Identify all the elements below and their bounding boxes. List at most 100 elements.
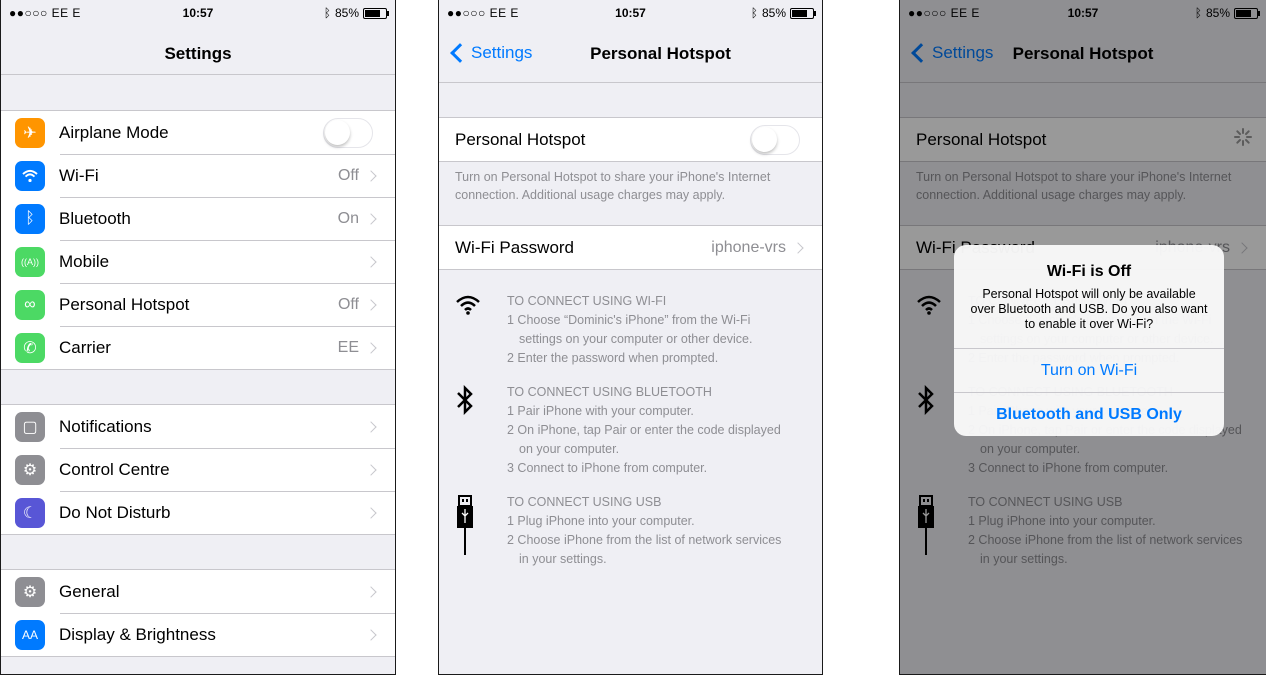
usb-step-1: 1 Plug iPhone into your computer. [507, 514, 695, 528]
settings-row-notifications[interactable]: ▢ Notifications [1, 405, 395, 448]
settings-row-value: On [337, 209, 359, 227]
settings-row-label: Notifications [59, 416, 152, 436]
chevron-right-icon [365, 506, 377, 519]
usb-instructions: TO CONNECT USING USB 1 Plug iPhone into … [439, 493, 822, 569]
chevron-right-icon [792, 241, 804, 254]
settings-row-value: EE [337, 338, 359, 356]
hotspot-icon: ∞ [15, 289, 45, 320]
bluetooth-usb-only-button[interactable]: Bluetooth and USB Only [954, 392, 1224, 436]
bluetooth-status-icon: ᛒ [323, 6, 331, 20]
control-centre-icon: ⚙ [15, 454, 45, 485]
chevron-right-icon [365, 420, 377, 433]
bluetooth-status-icon: ᛒ [750, 6, 758, 20]
page-title: Personal Hotspot [590, 44, 731, 63]
wifi-password-value: iphone-vrs [711, 238, 786, 256]
password-group: Wi-Fi Password iphone-vrs [439, 225, 822, 270]
gear-icon: ⚙ [15, 576, 45, 607]
bluetooth-instructions: TO CONNECT USING BLUETOOTH 1 Pair iPhone… [439, 383, 822, 478]
chevron-right-icon [365, 298, 377, 311]
wifi-step-2: 2 Enter the password when prompted. [507, 351, 719, 365]
wifi-step-1: 1 Choose “Dominic's iPhone” from the Wi-… [507, 313, 751, 327]
hotspot-toggle-group: Personal Hotspot [439, 117, 822, 162]
chevron-right-icon [365, 255, 377, 268]
display-icon: AA [15, 619, 45, 650]
wifi-instructions: TO CONNECT USING WI-FI 1 Choose “Dominic… [439, 292, 822, 368]
settings-group: ▢ Notifications ⚙ Control Centre ☾ Do Not Dis… [1, 404, 395, 535]
hotspot-screen: ●●○○○ EE E 10:57 ᛒ 85% Settings Personal… [438, 0, 823, 675]
settings-row-label: Mobile [59, 251, 110, 271]
settings-row-wifi[interactable]: Wi-Fi Off [1, 154, 395, 197]
wifi-icon [15, 160, 45, 191]
bt-step-2: 2 On iPhone, tap Pair or enter the code … [507, 423, 781, 437]
settings-row-label: Do Not Disturb [59, 502, 171, 522]
settings-row-label: Airplane Mode [59, 122, 169, 142]
usb-icon [455, 493, 507, 569]
usb-heading: TO CONNECT USING USB [507, 495, 662, 509]
wifi-password-label: Wi-Fi Password [455, 237, 575, 257]
notifications-icon: ▢ [15, 411, 45, 442]
battery-indicator: ᛒ 85% [750, 6, 816, 20]
battery-icon [363, 7, 389, 19]
settings-row-label: General [59, 581, 120, 601]
wifi-icon [455, 292, 507, 368]
settings-row-phone[interactable]: ✆ Carrier EE [1, 326, 395, 369]
settings-row-airplane[interactable]: ✈ Airplane Mode [1, 111, 395, 154]
status-bar: ●●○○○ EE E 10:57 ᛒ 85% [1, 0, 395, 30]
hotspot-toggle-label: Personal Hotspot [455, 129, 586, 149]
settings-row-value: Off [337, 166, 359, 184]
nav-bar: Settings Personal Hotspot [439, 30, 822, 83]
page-title: Settings [164, 44, 232, 63]
alert-title: Wi-Fi is Off [1046, 263, 1132, 280]
moon-icon: ☾ [15, 497, 45, 528]
battery-indicator: ᛒ 85% [323, 6, 389, 20]
phone-icon: ✆ [15, 332, 45, 363]
chevron-right-icon [365, 169, 377, 182]
settings-row-display[interactable]: AA Display & Brightness [1, 613, 395, 656]
hotspot-toggle-row: Personal Hotspot [439, 118, 822, 161]
settings-row-label: Personal Hotspot [59, 294, 190, 314]
chevron-right-icon [365, 212, 377, 225]
settings-screen: ●●○○○ EE E 10:57 ᛒ 85% Settings ✈ Airplan… [0, 0, 396, 675]
usb-step-2-cont: in your settings. [519, 552, 607, 566]
turn-on-wifi-button[interactable]: Turn on Wi-Fi [954, 348, 1224, 392]
settings-row-label: Display & Brightness [59, 624, 216, 644]
settings-row-control-centre[interactable]: ⚙ Control Centre [1, 448, 395, 491]
hotspot-description: Turn on Personal Hotspot to share your i… [455, 170, 771, 202]
battery-percent: 85% [334, 6, 359, 20]
bluetooth-icon [455, 383, 507, 478]
chevron-right-icon [365, 341, 377, 354]
settings-row-bluetooth[interactable]: ᛒ Bluetooth On [1, 197, 395, 240]
chevron-right-icon [365, 628, 377, 641]
bt-heading: TO CONNECT USING BLUETOOTH [507, 385, 712, 399]
settings-row-label: Control Centre [59, 459, 170, 479]
wifi-password-row[interactable]: Wi-Fi Password iphone-vrs [439, 226, 822, 269]
usb-step-2: 2 Choose iPhone from the list of network… [507, 533, 782, 547]
airplane-mode-toggle[interactable] [323, 117, 373, 148]
bt-step-1: 1 Pair iPhone with your computer. [507, 404, 694, 418]
settings-row-label: Carrier [59, 337, 111, 357]
airplane-icon: ✈ [15, 117, 45, 148]
hotspot-toggle[interactable] [750, 124, 800, 155]
settings-row-label: Wi-Fi [59, 165, 99, 185]
bt-step-2-cont: on your computer. [519, 442, 620, 456]
bt-step-3: 3 Connect to iPhone from computer. [507, 461, 708, 475]
settings-group: ✈ Airplane Mode Wi-Fi Off ᛒ Bluetooth On ((A)) M… [1, 110, 395, 370]
alert-message: Personal Hotspot will only be available … [970, 287, 1208, 331]
settings-row-antenna[interactable]: ((A)) Mobile [1, 240, 395, 283]
status-bar: ●●○○○ EE E 10:57 ᛒ 85% [439, 0, 822, 30]
settings-list: ✈ Airplane Mode Wi-Fi Off ᛒ Bluetooth On ((A)) M… [1, 75, 395, 657]
battery-icon [790, 7, 816, 19]
settings-group: ⚙ General AA Display & Brightness [1, 569, 395, 657]
antenna-icon: ((A)) [15, 246, 45, 277]
wifi-step-1-cont: settings on your computer or other devic… [519, 332, 753, 346]
bluetooth-icon: ᛒ [15, 203, 45, 234]
settings-row-moon[interactable]: ☾ Do Not Disturb [1, 491, 395, 534]
settings-row-gear[interactable]: ⚙ General [1, 570, 395, 613]
chevron-right-icon [365, 585, 377, 598]
wifi-off-alert: Wi-Fi is Off Personal Hotspot will only … [954, 245, 1224, 436]
settings-row-value: Off [337, 295, 359, 313]
battery-percent: 85% [761, 6, 786, 20]
chevron-left-icon [450, 43, 470, 63]
hotspot-alert-screen: ●●○○○ EE E 10:57 ᛒ 85% Settings Personal… [899, 0, 1266, 675]
settings-row-hotspot[interactable]: ∞ Personal Hotspot Off [1, 283, 395, 326]
